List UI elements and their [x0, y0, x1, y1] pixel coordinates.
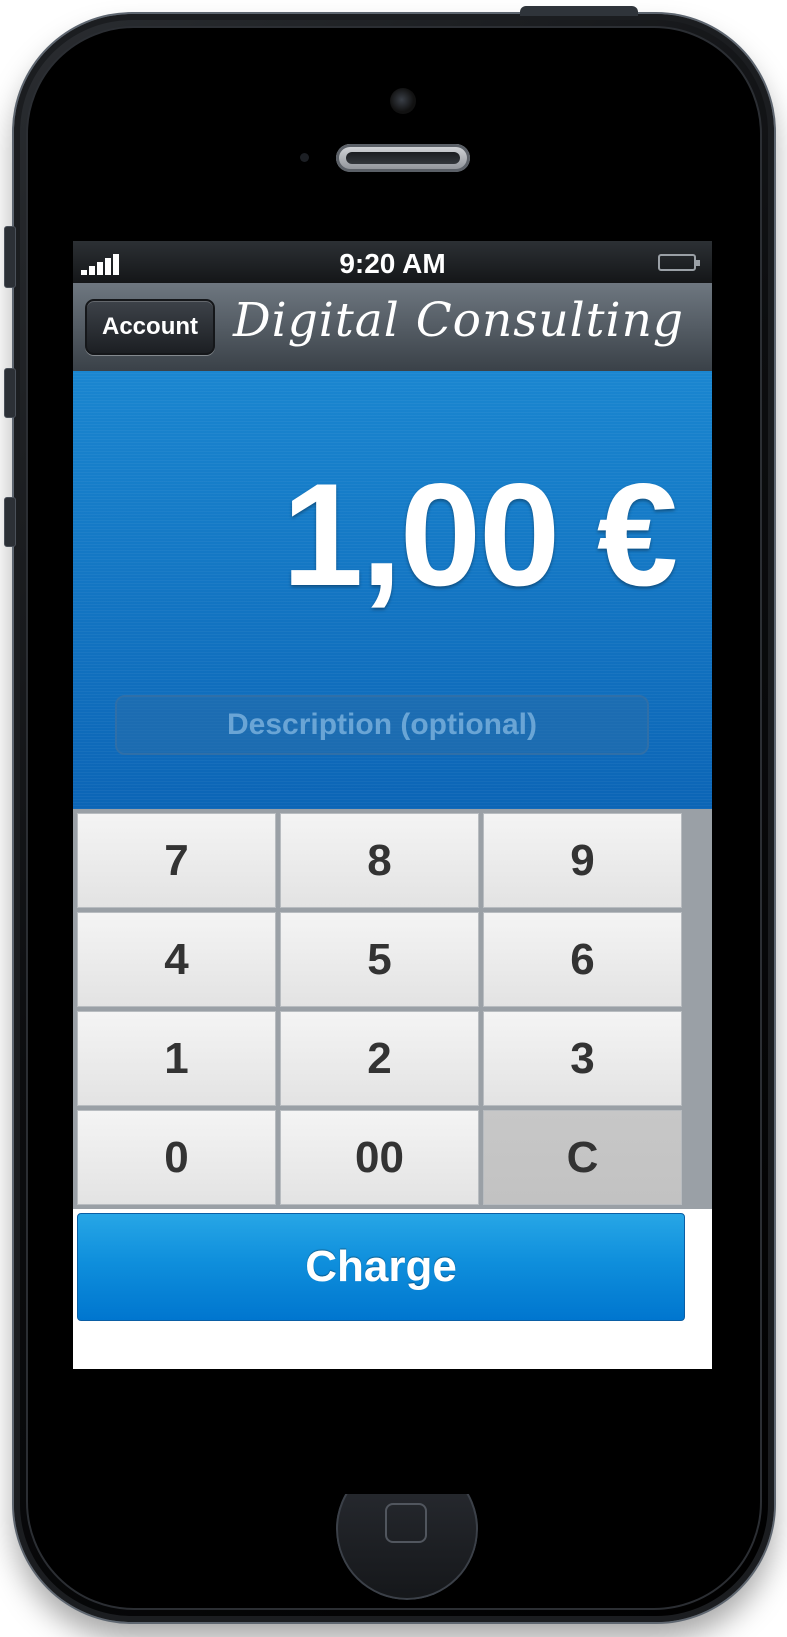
volume-up-button[interactable] [4, 368, 16, 418]
key-6[interactable]: 6 [483, 912, 682, 1007]
proximity-sensor [300, 153, 309, 162]
earpiece-speaker [336, 144, 470, 172]
key-00[interactable]: 00 [280, 1110, 479, 1205]
amount-panel: 1,00 € [73, 371, 712, 809]
home-button-square-icon [385, 1503, 427, 1543]
charge-area: Charge [73, 1209, 712, 1369]
key-9[interactable]: 9 [483, 813, 682, 908]
status-bar: 9:20 AM [73, 241, 712, 283]
clear-key[interactable]: C [483, 1110, 682, 1205]
key-5[interactable]: 5 [280, 912, 479, 1007]
key-3[interactable]: 3 [483, 1011, 682, 1106]
key-4[interactable]: 4 [77, 912, 276, 1007]
power-button[interactable] [520, 6, 638, 16]
volume-down-button[interactable] [4, 497, 16, 547]
battery-icon [658, 254, 700, 271]
description-input[interactable] [115, 695, 649, 755]
key-0[interactable]: 0 [77, 1110, 276, 1205]
navigation-bar: Account Digital Consulting [73, 283, 712, 372]
account-button[interactable]: Account [85, 299, 215, 355]
key-7[interactable]: 7 [77, 813, 276, 908]
charge-button[interactable]: Charge [77, 1213, 685, 1321]
key-8[interactable]: 8 [280, 813, 479, 908]
amount-display: 1,00 € [282, 453, 678, 616]
brand-title: Digital Consulting [233, 293, 684, 348]
mute-switch[interactable] [4, 226, 16, 288]
app-screen: 9:20 AM Account Digital Consulting 1,00 … [73, 241, 712, 1369]
status-time: 9:20 AM [339, 248, 446, 279]
camera-icon [390, 88, 416, 114]
key-1[interactable]: 1 [77, 1011, 276, 1106]
keypad: 7 8 9 4 5 6 1 2 3 0 00 C [73, 809, 712, 1209]
key-2[interactable]: 2 [280, 1011, 479, 1106]
